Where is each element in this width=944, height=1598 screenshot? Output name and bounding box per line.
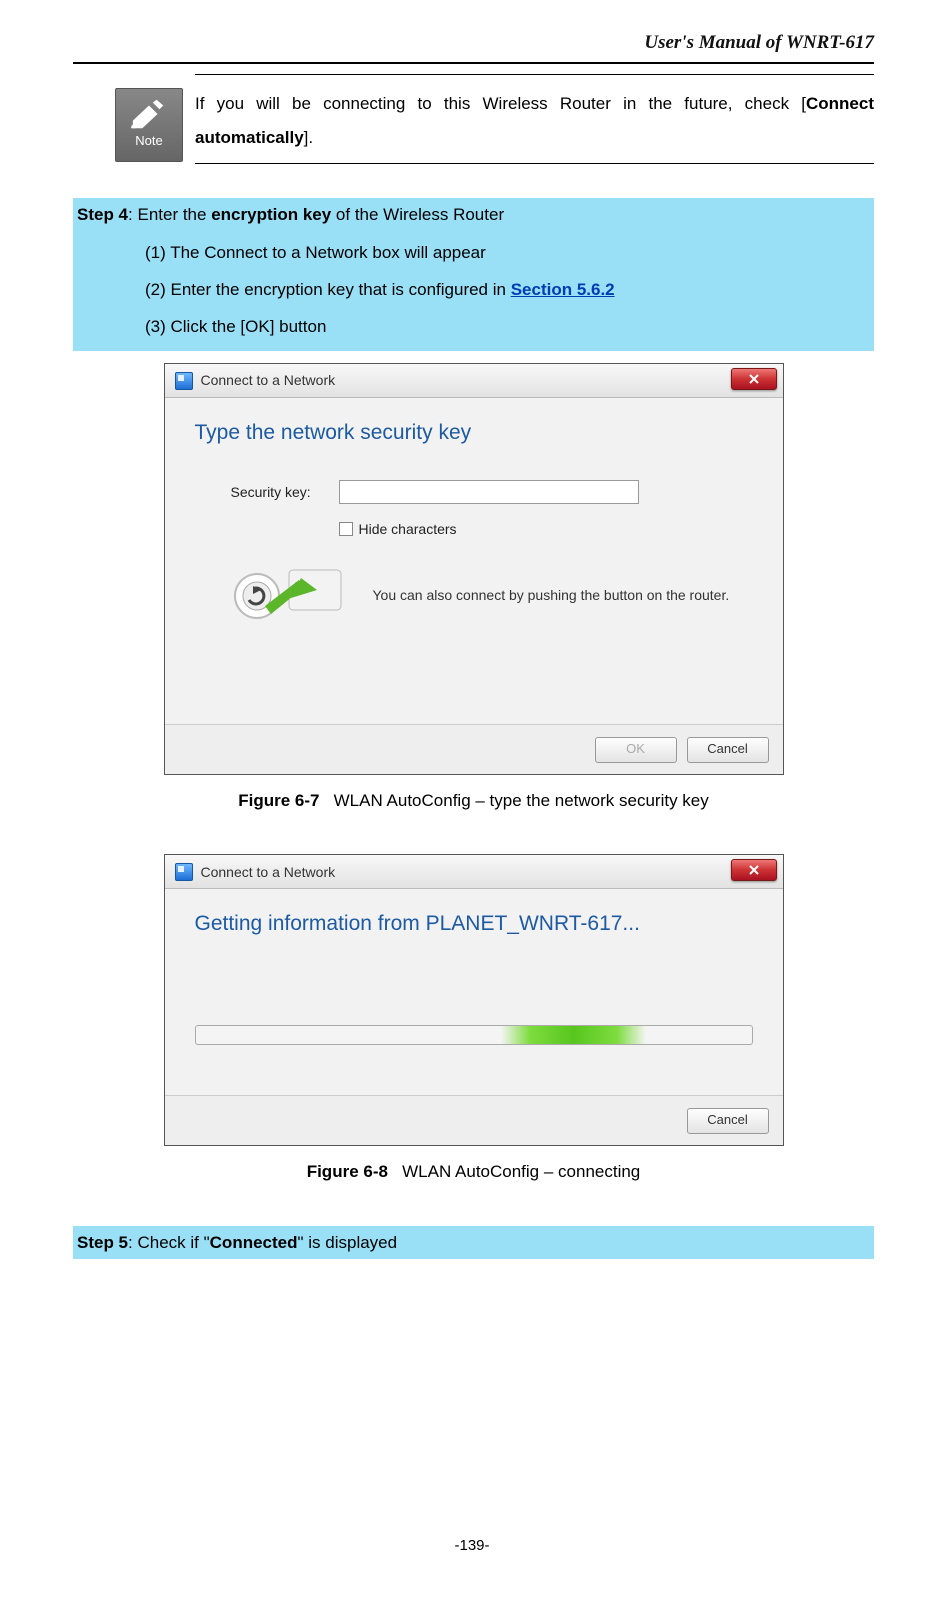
dialog1-heading: Type the network security key xyxy=(195,416,753,450)
router-illustration xyxy=(231,560,351,632)
dialog2-heading: Getting information from PLANET_WNRT-617… xyxy=(195,907,753,941)
step4-heading: Step 4: Enter the encryption key of the … xyxy=(73,198,874,231)
page-number: -139- xyxy=(0,1534,944,1558)
note-text: If you will be connecting to this Wirele… xyxy=(195,87,874,155)
cancel-button[interactable]: Cancel xyxy=(687,1108,769,1134)
ok-button[interactable]: OK xyxy=(595,737,677,763)
hide-characters-label: Hide characters xyxy=(359,518,457,540)
link-section-5-6-2[interactable]: Section 5.6.2 xyxy=(511,280,615,299)
note-icon: Note xyxy=(115,88,183,162)
progress-bar xyxy=(195,1025,753,1045)
step5-heading: Step 5: Check if "Connected" is displaye… xyxy=(73,1226,874,1259)
dialog1-titlebar: Connect to a Network xyxy=(165,364,783,398)
dialog2-title: Connect to a Network xyxy=(201,861,336,883)
note-top-rule xyxy=(195,74,874,75)
dialog1-title: Connect to a Network xyxy=(201,369,336,391)
network-icon xyxy=(175,372,193,390)
push-button-text: You can also connect by pushing the butt… xyxy=(373,586,730,606)
header-divider xyxy=(73,62,874,64)
dialog2-titlebar: Connect to a Network xyxy=(165,855,783,889)
note-icon-label: Note xyxy=(135,131,162,152)
page-header: User's Manual of WNRT-617 xyxy=(73,28,874,58)
dialog-connecting: Connect to a Network Getting information… xyxy=(164,854,784,1146)
close-button[interactable] xyxy=(731,368,777,390)
step4-sub1: (1) The Connect to a Network box will ap… xyxy=(145,234,870,271)
cancel-button[interactable]: Cancel xyxy=(687,737,769,763)
hide-characters-checkbox[interactable] xyxy=(339,522,353,536)
close-button[interactable] xyxy=(731,859,777,881)
step4-sub2: (2) Enter the encryption key that is con… xyxy=(145,271,870,308)
note-bottom-rule xyxy=(195,163,874,164)
figure-6-8-caption: Figure 6-8 WLAN AutoConfig – connecting xyxy=(73,1158,874,1185)
step4-sub3: (3) Click the [OK] button xyxy=(145,308,870,345)
security-key-label: Security key: xyxy=(231,481,339,503)
security-key-input[interactable] xyxy=(339,480,639,504)
note-block: Note If you will be connecting to this W… xyxy=(113,74,874,176)
dialog-security-key: Connect to a Network Type the network se… xyxy=(164,363,784,775)
step4-substeps: (1) The Connect to a Network box will ap… xyxy=(73,232,874,352)
figure-6-7-caption: Figure 6-7 WLAN AutoConfig – type the ne… xyxy=(73,787,874,814)
network-icon xyxy=(175,863,193,881)
